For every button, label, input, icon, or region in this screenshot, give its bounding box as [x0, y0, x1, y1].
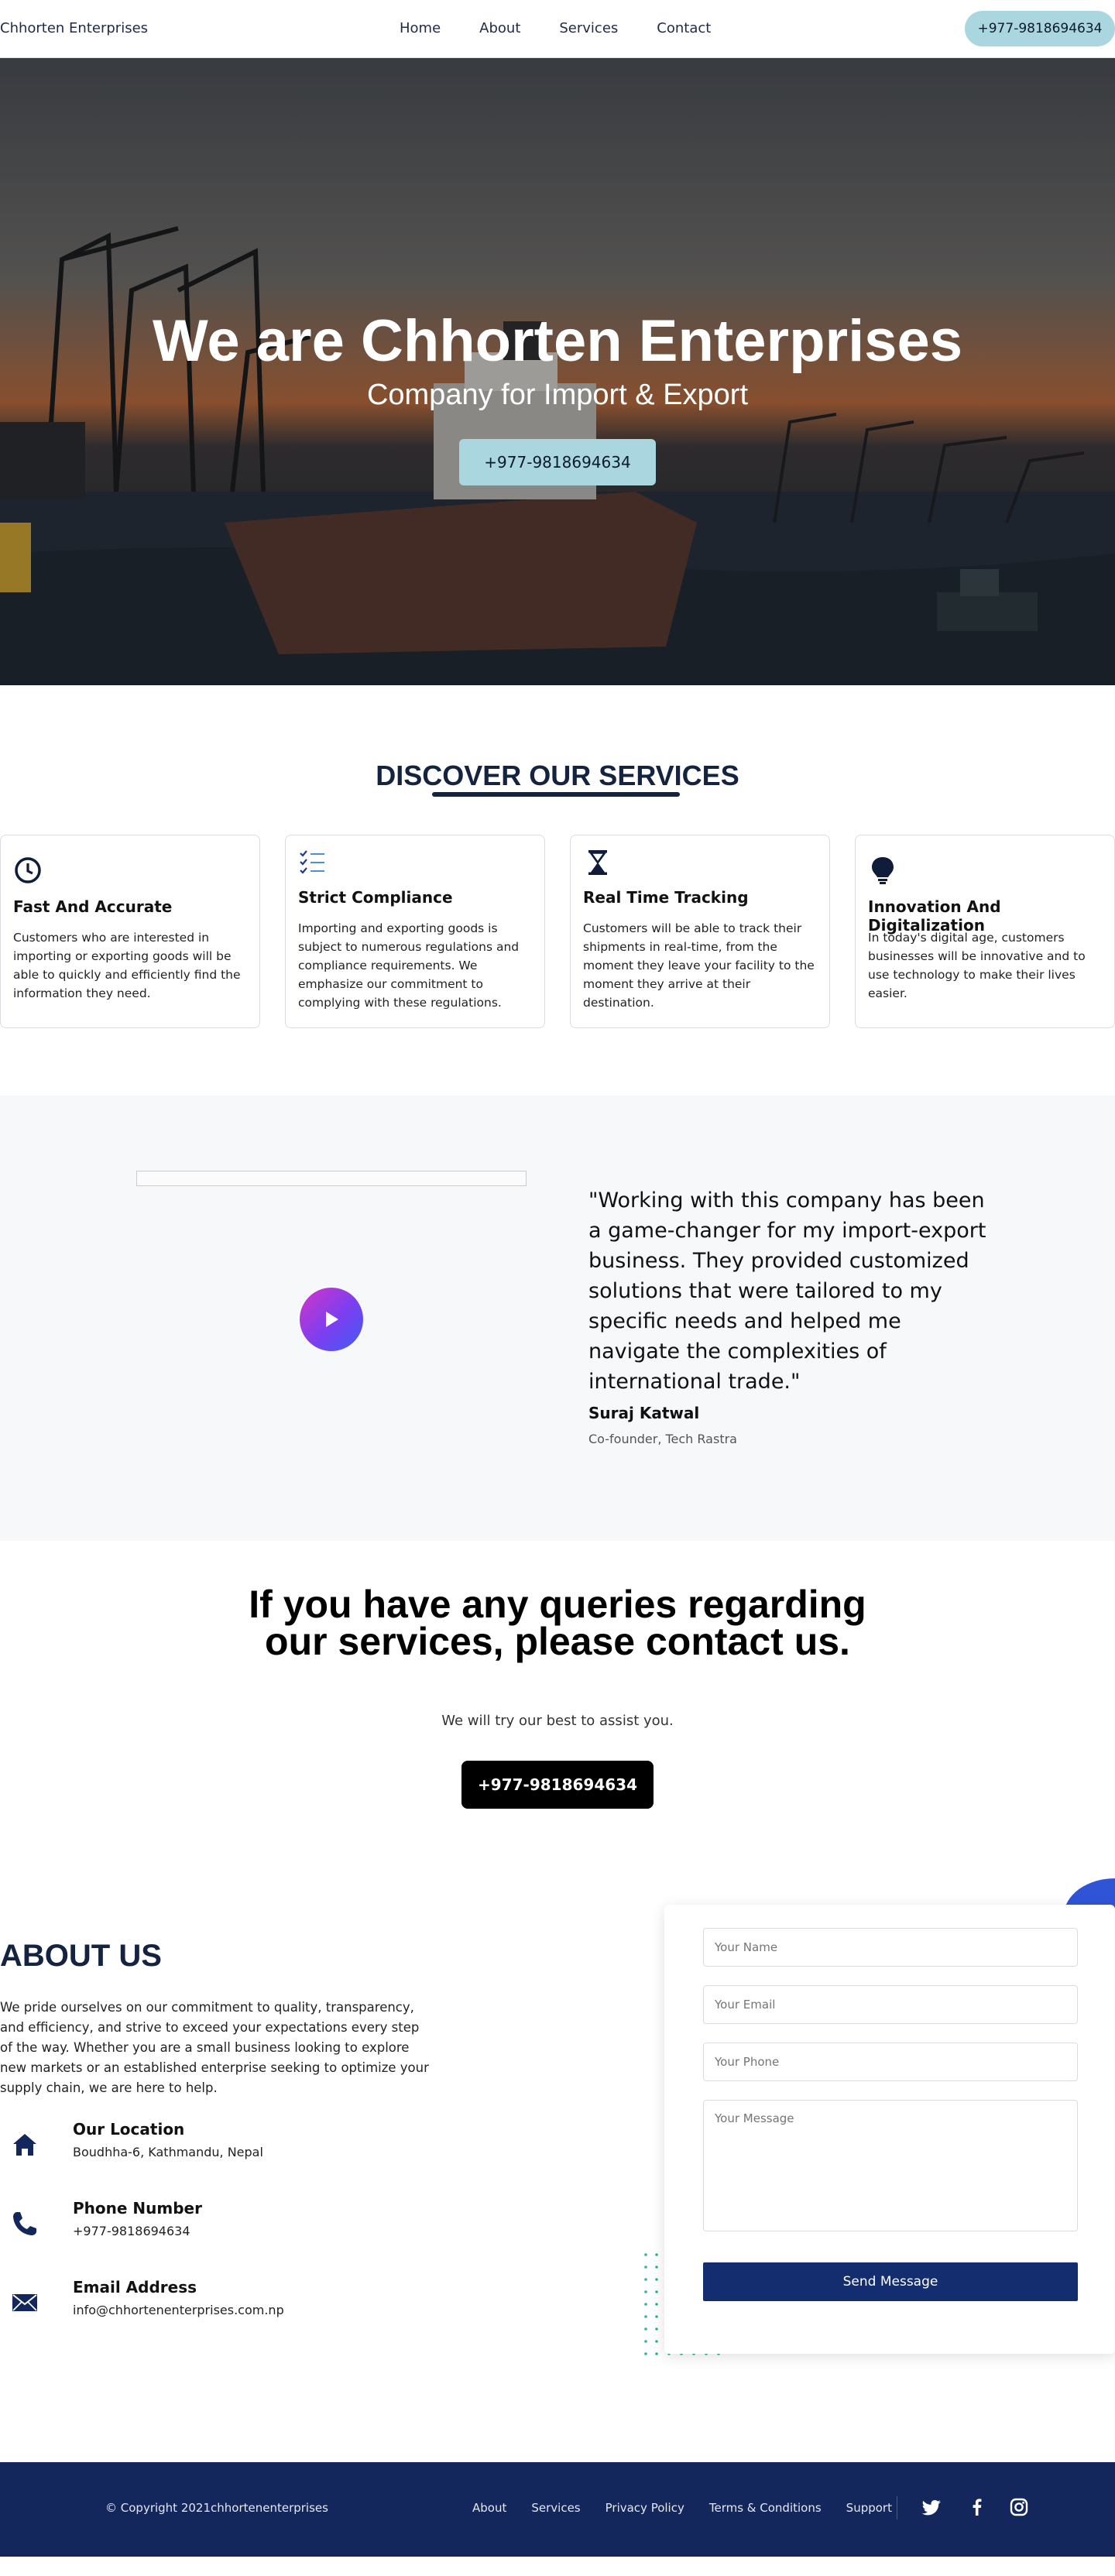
- footer-link-about[interactable]: About: [472, 2501, 506, 2515]
- nav-links: Home About Services Contact: [400, 20, 750, 36]
- play-button[interactable]: [300, 1288, 363, 1351]
- service-card-title: Strict Compliance: [298, 888, 453, 907]
- clock-icon: [15, 857, 41, 883]
- service-card-fast: Fast And Accurate Customers who are inte…: [0, 835, 260, 1028]
- nav-link-about[interactable]: About: [479, 20, 520, 36]
- footer-links: About Services Privacy Policy Terms & Co…: [472, 2501, 917, 2515]
- about-heading: ABOUT US: [0, 1939, 162, 1973]
- service-card-innovation: Innovation And Digitalization In today's…: [855, 835, 1115, 1028]
- hero-title: We are Chhorten Enterprises: [152, 308, 962, 374]
- nav-phone-button[interactable]: +977-9818694634: [965, 11, 1115, 46]
- email-field[interactable]: [703, 1985, 1078, 2024]
- footer-link-terms[interactable]: Terms & Conditions: [709, 2501, 822, 2515]
- footer: © Copyright 2021chhortenenterprises Abou…: [0, 2462, 1115, 2557]
- footer-link-support[interactable]: Support: [846, 2501, 892, 2515]
- email-info: Email Address info@chhortenenterprises.c…: [0, 2275, 387, 2329]
- top-nav: Chhorten Enterprises Home About Services…: [0, 0, 1115, 58]
- nav-link-contact[interactable]: Contact: [657, 20, 711, 36]
- service-card-tracking: Real Time Tracking Customers will be abl…: [570, 835, 830, 1028]
- hero-subtitle: Company for Import & Export: [366, 379, 749, 411]
- facebook-icon[interactable]: [966, 2496, 988, 2518]
- service-card-text: Importing and exporting goods is subject…: [298, 921, 520, 1010]
- footer-link-privacy[interactable]: Privacy Policy: [606, 2501, 684, 2515]
- service-card-compliance: Strict Compliance Importing and exportin…: [285, 835, 545, 1028]
- service-card-text: Customers will be able to track their sh…: [583, 921, 815, 1010]
- service-card-title: Real Time Tracking: [583, 888, 749, 907]
- brand-logo-text[interactable]: Chhorten Enterprises: [0, 20, 148, 36]
- testimonial-author: Suraj Katwal: [588, 1404, 700, 1422]
- cta-note: We will try our best to assist you.: [441, 1713, 674, 1729]
- phone-title: Phone Number: [73, 2199, 202, 2218]
- checklist-icon: [300, 850, 324, 874]
- message-field[interactable]: [703, 2100, 1078, 2231]
- phone-value[interactable]: +977-9818694634: [73, 2224, 190, 2238]
- location-title: Our Location: [73, 2120, 185, 2139]
- email-value[interactable]: info@chhortenenterprises.com.np: [73, 2303, 284, 2317]
- hourglass-icon: [588, 850, 607, 875]
- send-message-button[interactable]: Send Message: [703, 2262, 1078, 2301]
- phone-icon: [13, 2212, 36, 2235]
- about-text: We pride ourselves on our commitment to …: [0, 2000, 429, 2095]
- phone-info: Phone Number +977-9818694634: [0, 2196, 387, 2250]
- envelope-icon: [12, 2294, 37, 2311]
- twitter-icon[interactable]: [921, 2496, 943, 2518]
- email-title: Email Address: [73, 2278, 197, 2296]
- phone-field[interactable]: [703, 2043, 1078, 2081]
- services-heading: DISCOVER OUR SERVICES: [376, 760, 739, 791]
- contact-cta-section: If you have any queries regarding our se…: [0, 1541, 1115, 1905]
- testimonial-role: Co-founder, Tech Rastra: [588, 1432, 737, 1446]
- video-thumbnail[interactable]: [136, 1171, 527, 1186]
- testimonial-quote: "Working with this company has been a ga…: [588, 1189, 986, 1394]
- service-card-text: In today's digital age, customers busine…: [868, 931, 1086, 1000]
- play-icon: [326, 1312, 338, 1327]
- nav-link-services[interactable]: Services: [559, 20, 618, 36]
- copyright-text: © Copyright 2021chhortenenterprises: [105, 2501, 328, 2515]
- instagram-icon[interactable]: [1008, 2496, 1030, 2518]
- home-icon: [13, 2134, 36, 2156]
- service-card-text: Customers who are interested in importin…: [13, 931, 241, 1000]
- cta-heading: If you have any queries regarding our se…: [249, 1583, 866, 1663]
- lightbulb-icon: [872, 857, 894, 884]
- about-section: ABOUT US We pride ourselves on our commi…: [0, 1878, 1115, 2462]
- services-section: DISCOVER OUR SERVICES Fast And Accurate …: [0, 685, 1115, 1096]
- service-card-title: Fast And Accurate: [13, 897, 173, 916]
- nav-link-home[interactable]: Home: [400, 20, 441, 36]
- name-field[interactable]: [703, 1928, 1078, 1967]
- hero-phone-button[interactable]: +977-9818694634: [459, 439, 656, 485]
- location-info: Our Location Boudhha-6, Kathmandu, Nepal: [0, 2117, 387, 2171]
- location-value: Boudhha-6, Kathmandu, Nepal: [73, 2145, 263, 2159]
- cta-phone-button[interactable]: +977-9818694634: [461, 1761, 654, 1809]
- heading-underline: [432, 792, 680, 797]
- footer-link-services[interactable]: Services: [531, 2501, 580, 2515]
- contact-form: Send Message: [664, 1905, 1115, 2354]
- testimonial-section: "Working with this company has been a ga…: [0, 1096, 1115, 1541]
- hero-section: We are Chhorten Enterprises Company for …: [0, 58, 1115, 685]
